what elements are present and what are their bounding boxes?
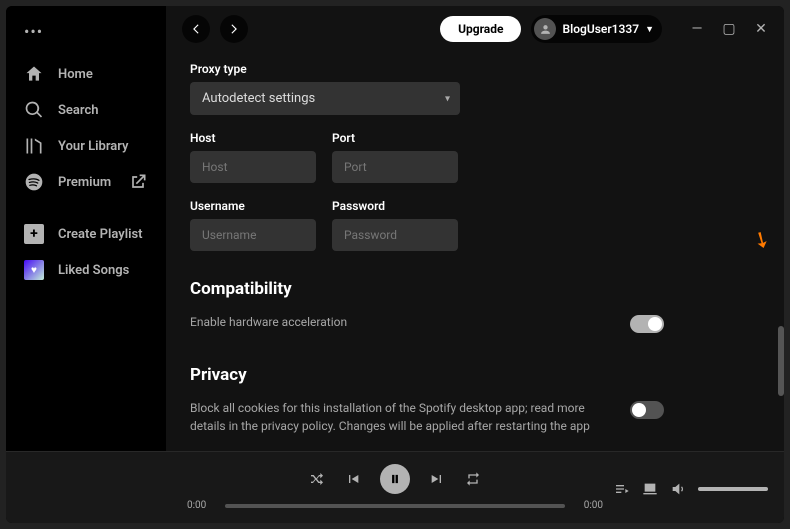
host-input[interactable] [190, 151, 316, 183]
window-controls: ― ▢ ✕ [690, 21, 768, 37]
settings-content: Proxy type Autodetect settings ▾ Host Po… [166, 52, 784, 451]
proxy-type-label: Proxy type [190, 62, 760, 76]
sidebar-item-label: Liked Songs [58, 263, 129, 278]
progress-slider[interactable] [225, 504, 565, 508]
elapsed-time: 0:00 [187, 500, 217, 511]
sidebar-create-playlist[interactable]: + Create Playlist [14, 217, 158, 251]
upgrade-button[interactable]: Upgrade [440, 16, 521, 42]
sidebar-item-label: Search [58, 103, 99, 118]
library-icon [24, 136, 44, 156]
topbar: Upgrade BlogUser1337 ▼ ― ▢ ✕ [166, 6, 784, 52]
hardware-accel-label: Enable hardware acceleration [190, 313, 610, 331]
sidebar-item-library[interactable]: Your Library [14, 129, 158, 163]
sidebar-item-search[interactable]: Search [14, 93, 158, 127]
search-icon [24, 100, 44, 120]
window-minimize-button[interactable]: ― [690, 21, 704, 37]
home-icon [24, 64, 44, 84]
total-time: 0:00 [573, 500, 603, 511]
privacy-heading: Privacy [190, 365, 760, 385]
port-input[interactable] [332, 151, 458, 183]
compatibility-heading: Compatibility [190, 279, 760, 299]
queue-button[interactable] [614, 481, 630, 497]
username-label: BlogUser1337 [562, 22, 639, 36]
password-input[interactable] [332, 219, 458, 251]
sidebar-liked-songs[interactable]: ♥ Liked Songs [14, 253, 158, 287]
sidebar-item-label: Create Playlist [58, 227, 143, 242]
sidebar-item-label: Home [58, 67, 93, 82]
spotify-icon [24, 172, 44, 192]
previous-button[interactable] [344, 470, 362, 488]
port-label: Port [332, 131, 458, 145]
block-cookies-label: Block all cookies for this installation … [190, 399, 610, 435]
avatar-icon [534, 18, 556, 40]
nav-forward-button[interactable] [220, 15, 248, 43]
sidebar-item-label: Premium [58, 175, 111, 190]
play-pause-button[interactable] [380, 464, 410, 494]
next-button[interactable] [428, 470, 446, 488]
sidebar: ••• Home Search Your Library Premium + [6, 6, 166, 451]
heart-icon: ♥ [24, 260, 44, 280]
volume-slider[interactable] [698, 487, 768, 491]
host-label: Host [190, 131, 316, 145]
shuffle-button[interactable] [308, 470, 326, 488]
window-maximize-button[interactable]: ▢ [722, 21, 736, 37]
scrollbar[interactable] [778, 326, 784, 396]
username-label: Username [190, 199, 316, 213]
plus-icon: + [24, 224, 44, 244]
block-cookies-toggle[interactable] [630, 401, 664, 419]
external-link-icon [128, 172, 148, 192]
chevron-down-icon: ▼ [645, 24, 654, 35]
window-close-button[interactable]: ✕ [754, 21, 768, 37]
nav-back-button[interactable] [182, 15, 210, 43]
devices-button[interactable] [642, 481, 658, 497]
repeat-button[interactable] [464, 470, 482, 488]
proxy-type-select[interactable]: Autodetect settings [190, 82, 460, 115]
hardware-accel-toggle[interactable] [630, 315, 664, 333]
username-input[interactable] [190, 219, 316, 251]
sidebar-item-label: Your Library [58, 139, 129, 154]
sidebar-item-home[interactable]: Home [14, 57, 158, 91]
sidebar-item-premium[interactable]: Premium [14, 165, 158, 199]
playbar: 0:00 0:00 [6, 451, 784, 523]
app-menu-ellipsis[interactable]: ••• [14, 18, 158, 55]
main-panel: Upgrade BlogUser1337 ▼ ― ▢ ✕ Proxy type … [166, 6, 784, 451]
user-menu[interactable]: BlogUser1337 ▼ [531, 15, 662, 43]
password-label: Password [332, 199, 458, 213]
volume-icon[interactable] [670, 481, 686, 497]
